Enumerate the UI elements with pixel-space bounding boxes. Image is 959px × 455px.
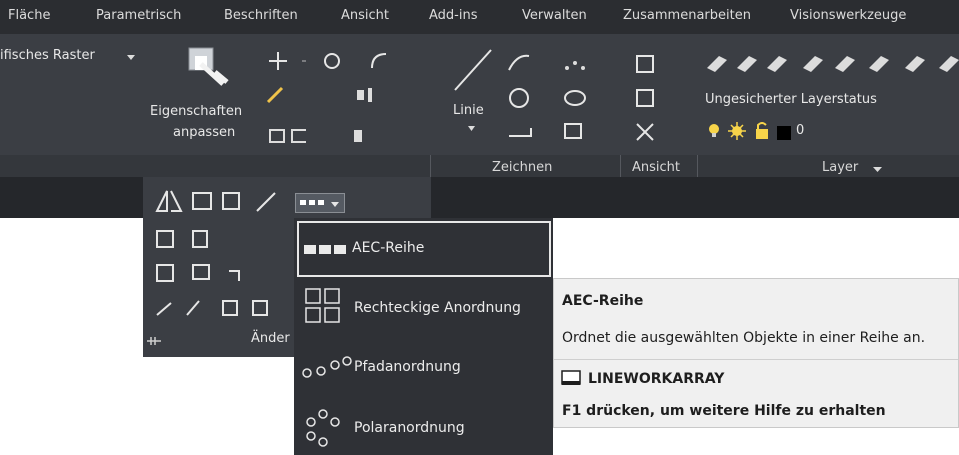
layer-number: 0: [796, 123, 805, 138]
flyout-item-label: Pfadanordnung: [354, 359, 461, 375]
tab-visionswerkzeuge[interactable]: Visionswerkzeuge: [790, 8, 906, 23]
flyout-item-rechteckige-anordnung[interactable]: Rechteckige Anordnung: [297, 282, 551, 332]
modify-tools-icons[interactable]: [262, 48, 432, 148]
line-icon: [454, 49, 492, 91]
panel-separator: [620, 155, 621, 177]
layer-state-icons[interactable]: [707, 122, 793, 140]
tab-zusammenarbeiten[interactable]: Zusammenarbeiten: [623, 8, 751, 23]
line-label: Linie: [453, 103, 484, 118]
eigenschaften-label-2: anpassen: [173, 125, 236, 140]
draw-tools-icons[interactable]: [505, 50, 620, 150]
tab-ansicht[interactable]: Ansicht: [341, 8, 389, 23]
eigenschaften-anpassen-button[interactable]: Eigenschaften anpassen: [150, 44, 262, 149]
tab-parametrisch[interactable]: Parametrisch: [96, 8, 181, 23]
tooltip-command-name: LINEWORKARRAY: [588, 371, 725, 387]
chevron-down-icon: [468, 126, 475, 131]
tooltip-help-hint: F1 drücken, um weitere Hilfe zu erhalten: [562, 403, 886, 419]
raster-label: ifisches Raster: [0, 48, 95, 63]
modify-panel-title[interactable]: Änder: [251, 331, 290, 346]
view-tools-icons[interactable]: [633, 50, 693, 150]
aec-row-icon: [304, 245, 346, 254]
polar-array-icon: [306, 409, 340, 447]
flyout-item-polaranordnung[interactable]: Polaranordnung: [297, 404, 551, 452]
panel-title-layer[interactable]: Layer: [822, 160, 858, 175]
path-array-icon: [302, 356, 352, 378]
command-tooltip: AEC-Reihe Ordnet die ausgewählten Objekt…: [553, 278, 959, 428]
panel-title-bar: [0, 155, 959, 177]
match-properties-icon: [188, 47, 229, 86]
flyout-item-label: Polaranordnung: [354, 420, 465, 436]
tooltip-description: Ordnet die ausgewählten Objekte in einer…: [562, 330, 926, 346]
tab-flaeche[interactable]: Fläche: [8, 8, 50, 23]
flyout-item-label: AEC-Reihe: [352, 240, 425, 256]
chevron-down-icon: [127, 55, 135, 60]
chevron-down-icon: [331, 202, 339, 207]
flyout-item-label: Rechteckige Anordnung: [354, 300, 521, 316]
tooltip-title: AEC-Reihe: [562, 293, 644, 309]
modify-panel-icons[interactable]: [153, 185, 293, 335]
ribbon-tab-bar: Fläche Parametrisch Beschriften Ansicht …: [0, 0, 959, 34]
tab-verwalten[interactable]: Verwalten: [522, 8, 587, 23]
eigenschaften-label-1: Eigenschaften: [150, 104, 243, 119]
tab-add-ins[interactable]: Add-ins: [429, 8, 477, 23]
array-icon: [300, 200, 324, 205]
rectangular-array-icon: [305, 288, 340, 323]
flyout-item-pfadanordnung[interactable]: Pfadanordnung: [297, 345, 551, 391]
panel-title-ansicht[interactable]: Ansicht: [632, 160, 680, 175]
array-split-button[interactable]: [295, 193, 345, 213]
panel-separator: [430, 155, 431, 177]
layer-status-select[interactable]: Ungesicherter Layerstatus: [705, 92, 877, 107]
layer-tools-icons[interactable]: [705, 50, 959, 78]
tooltip-divider: [554, 359, 958, 360]
panel-separator: [697, 155, 698, 177]
panel-title-zeichnen[interactable]: Zeichnen: [492, 160, 552, 175]
line-button[interactable]: Linie: [447, 48, 497, 148]
chevron-down-icon: [873, 167, 882, 172]
tab-beschriften[interactable]: Beschriften: [224, 8, 298, 23]
pin-icon[interactable]: [147, 337, 161, 345]
command-icon: [561, 370, 581, 385]
flyout-item-aec-reihe[interactable]: AEC-Reihe: [297, 221, 551, 277]
